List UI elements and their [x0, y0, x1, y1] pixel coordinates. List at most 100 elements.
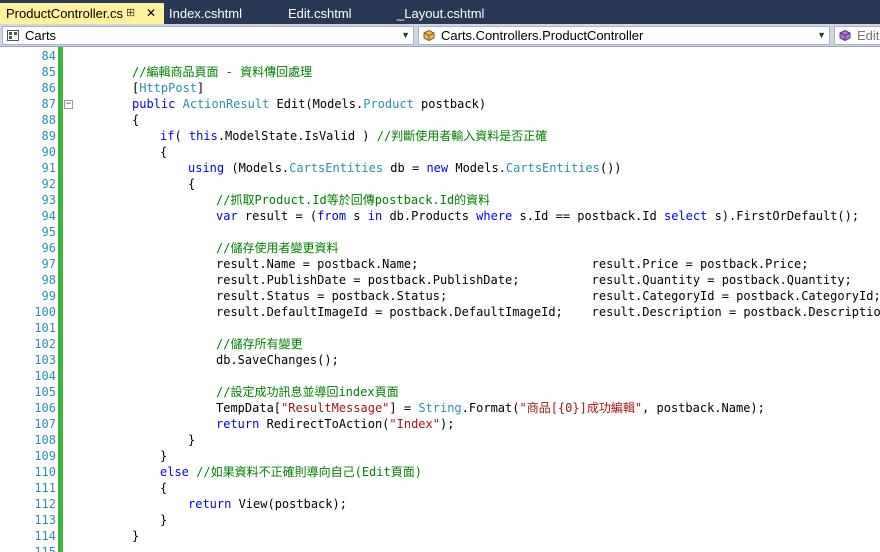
- code-token: {: [160, 481, 168, 495]
- code-token: return: [188, 497, 232, 511]
- code-text: //抓取Product.Id等於回傳postback.Id的資料: [76, 192, 490, 208]
- code-line[interactable]: 90 {: [0, 144, 880, 160]
- line-number: 98: [41, 273, 56, 287]
- code-token: "Index": [389, 417, 440, 431]
- code-line[interactable]: 104: [0, 368, 880, 384]
- code-token: }: [160, 513, 168, 527]
- code-token: }: [188, 433, 196, 447]
- line-number: 91: [41, 161, 56, 175]
- code-token: //儲存所有變更: [216, 337, 303, 351]
- code-line[interactable]: 92 {: [0, 176, 880, 192]
- code-token: if: [160, 129, 175, 143]
- code-token: ()): [599, 161, 622, 175]
- line-number: 84: [41, 49, 56, 63]
- code-text: }: [76, 512, 167, 528]
- type-name: Carts.Controllers.ProductController: [441, 28, 644, 43]
- line-number: 114: [34, 529, 56, 543]
- code-token: //抓取Product.Id等於回傳postback.Id的資料: [216, 193, 491, 207]
- code-token: select: [663, 209, 708, 223]
- project-name: Carts: [25, 28, 57, 43]
- code-line[interactable]: 91 using (Models.CartsEntities db = new M…: [0, 160, 880, 176]
- code-line[interactable]: 94 var result = (from s in db.Products wh…: [0, 208, 880, 224]
- line-number: 107: [34, 417, 56, 431]
- project-icon: [7, 30, 19, 41]
- line-number: 95: [41, 225, 56, 239]
- code-line[interactable]: 108}: [0, 432, 880, 448]
- code-line[interactable]: 95: [0, 224, 880, 240]
- code-line[interactable]: 88 {: [0, 112, 880, 128]
- line-number: 101: [34, 321, 56, 335]
- line-number: 105: [34, 385, 56, 399]
- code-token: }: [160, 449, 168, 463]
- chevron-down-icon: ▼: [401, 30, 410, 40]
- code-line[interactable]: 89 if( this.ModelState.IsValid ) //判斷使用者輸…: [0, 128, 880, 144]
- tab-edit-cshtml[interactable]: Edit.cshtml: [288, 3, 352, 24]
- code-line[interactable]: 84: [0, 48, 880, 64]
- code-token: using: [188, 161, 225, 175]
- code-text: TempData["ResultMessage"] = String.Forma…: [76, 400, 765, 416]
- code-token: View(postback);: [231, 497, 347, 511]
- line-number: 85: [41, 65, 56, 79]
- code-line[interactable]: 93 //抓取Product.Id等於回傳postback.Id的資料: [0, 192, 880, 208]
- code-token: var: [216, 209, 238, 223]
- line-number: 94: [41, 209, 56, 223]
- document-tab-bar: ProductController.cs ⊞ ✕ Index.cshtml Ed…: [0, 0, 880, 24]
- code-line[interactable]: 103 db.SaveChanges();: [0, 352, 880, 368]
- code-line[interactable]: 101: [0, 320, 880, 336]
- code-line[interactable]: 110 else //如果資料不正確則導向自己(Edit頁面): [0, 464, 880, 480]
- line-number: 89: [41, 129, 56, 143]
- code-text: //編輯商品頁面 - 資料傳回處理: [76, 64, 312, 80]
- code-line[interactable]: 115: [0, 544, 880, 552]
- code-text: result.DefaultImageId = postback.Default…: [76, 304, 880, 320]
- code-line[interactable]: 102 //儲存所有變更: [0, 336, 880, 352]
- code-token: (Models.: [224, 161, 290, 175]
- code-line[interactable]: 109}: [0, 448, 880, 464]
- line-number: 90: [41, 145, 56, 159]
- line-number: 110: [34, 465, 56, 479]
- code-token: //判斷使用者輸入資料是否正確: [376, 129, 548, 143]
- code-token: db.Products: [382, 209, 477, 223]
- code-line[interactable]: 107 return RedirectToAction("Index");: [0, 416, 880, 432]
- code-token: where: [476, 209, 513, 223]
- code-text: result.PublishDate = postback.PublishDat…: [76, 272, 852, 288]
- code-text: {: [76, 112, 139, 128]
- code-token: result = (: [237, 209, 318, 223]
- code-line[interactable]: 114}: [0, 528, 880, 544]
- code-token: TempData[: [216, 401, 282, 415]
- code-token: //如果資料不正確則導向自己(Edit頁面): [196, 465, 422, 479]
- code-line[interactable]: 96 //儲存使用者變更資料: [0, 240, 880, 256]
- member-dropdown[interactable]: Edit(: [834, 26, 880, 45]
- code-token: //儲存使用者變更資料: [216, 241, 339, 255]
- code-line[interactable]: 98 result.PublishDate = postback.PublishD…: [0, 272, 880, 288]
- code-line[interactable]: 112 return View(postback);: [0, 496, 880, 512]
- code-line[interactable]: 99 result.Status = postback.Status; resul…: [0, 288, 880, 304]
- pin-icon[interactable]: ⊞: [126, 3, 135, 24]
- code-line[interactable]: 97 result.Name = postback.Name; result.Pr…: [0, 256, 880, 272]
- code-line[interactable]: 105 //設定成功訊息並導回index頁面: [0, 384, 880, 400]
- tab-productcontroller[interactable]: ProductController.cs ⊞ ✕: [0, 3, 164, 24]
- code-text: }: [76, 432, 195, 448]
- code-text: using (Models.CartsEntities db = new Mod…: [76, 160, 622, 176]
- code-line[interactable]: 87− public ActionResult Edit(Models.Produ…: [0, 96, 880, 112]
- tab-layout-cshtml[interactable]: _Layout.cshtml: [397, 3, 484, 24]
- chevron-down-icon: ▼: [817, 30, 826, 40]
- project-dropdown[interactable]: Carts ▼: [2, 26, 414, 45]
- code-editor[interactable]: 84 85 //編輯商品頁面 - 資料傳回處理 86 [HttpPost] 87− publ…: [0, 46, 880, 552]
- line-number: 92: [41, 177, 56, 191]
- code-token: {: [160, 145, 168, 159]
- type-dropdown[interactable]: Carts.Controllers.ProductController ▼: [418, 26, 830, 45]
- line-number: 104: [34, 369, 56, 383]
- code-line[interactable]: 111 {: [0, 480, 880, 496]
- code-token: //設定成功訊息並導回index頁面: [216, 385, 399, 399]
- code-text: else //如果資料不正確則導向自己(Edit頁面): [76, 464, 422, 480]
- code-token: result.PublishDate = postback.PublishDat…: [216, 273, 852, 287]
- close-icon[interactable]: ✕: [146, 3, 156, 24]
- tab-index-cshtml[interactable]: Index.cshtml: [169, 3, 242, 24]
- code-line[interactable]: 100 result.DefaultImageId = postback.Defa…: [0, 304, 880, 320]
- code-line[interactable]: 106 TempData["ResultMessage"] = String.Fo…: [0, 400, 880, 416]
- code-line[interactable]: 85 //編輯商品頁面 - 資料傳回處理: [0, 64, 880, 80]
- code-token: CartsEntities: [289, 161, 384, 175]
- collapse-icon[interactable]: −: [64, 100, 73, 109]
- code-line[interactable]: 86 [HttpPost]: [0, 80, 880, 96]
- code-line[interactable]: 113}: [0, 512, 880, 528]
